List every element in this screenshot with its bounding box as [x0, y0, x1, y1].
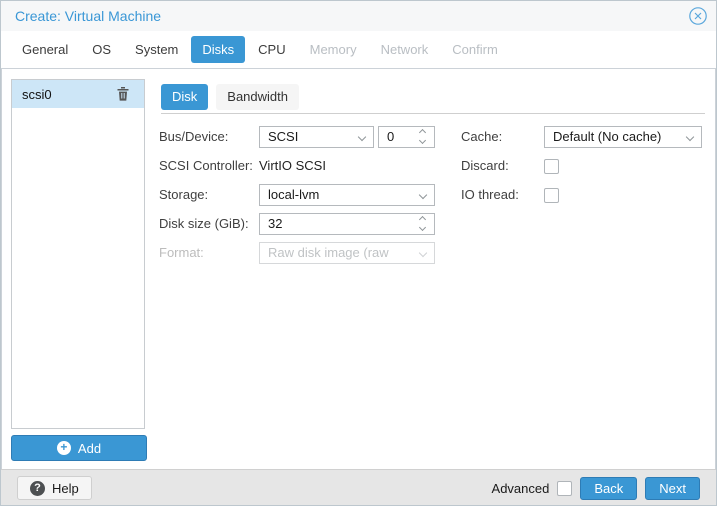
help-button[interactable]: ? Help: [17, 476, 92, 500]
storage-select[interactable]: local-lvm: [259, 184, 435, 206]
tab-memory: Memory: [299, 36, 368, 63]
add-disk-label: Add: [78, 441, 101, 456]
device-number-spinner: [416, 127, 430, 147]
tab-network: Network: [370, 36, 440, 63]
dialog-title: Create: Virtual Machine: [15, 1, 161, 31]
advanced-checkbox[interactable]: [557, 481, 572, 496]
tab-system[interactable]: System: [124, 36, 189, 63]
device-number-input[interactable]: 0: [378, 126, 435, 148]
cache-select[interactable]: Default (No cache): [544, 126, 702, 148]
close-icon: [688, 6, 708, 26]
footer-actions: Advanced Back Next: [492, 476, 700, 500]
disk-size-input[interactable]: 32: [259, 213, 435, 235]
disk-subtabs: Disk Bandwidth: [161, 84, 299, 110]
subtab-disk[interactable]: Disk: [161, 84, 208, 110]
trash-icon: [117, 87, 129, 101]
delete-disk-button[interactable]: [116, 87, 130, 102]
scsi-controller-label: SCSI Controller:: [159, 155, 253, 177]
storage-label: Storage:: [159, 184, 208, 206]
io-thread-checkbox[interactable]: [544, 188, 559, 203]
tab-disks[interactable]: Disks: [191, 36, 245, 63]
disk-size-label: Disk size (GiB):: [159, 213, 249, 235]
subtab-separator: [161, 113, 705, 114]
cache-value: Default (No cache): [553, 129, 661, 144]
dialog-header: Create: Virtual Machine: [1, 1, 716, 31]
cache-label: Cache:: [461, 126, 502, 148]
format-label: Format:: [159, 242, 204, 264]
tab-os[interactable]: OS: [81, 36, 122, 63]
plus-icon: +: [57, 441, 71, 455]
scsi-controller-value: VirtIO SCSI: [259, 155, 326, 177]
discard-label: Discard:: [461, 155, 509, 177]
dialog-footer: ? Help Advanced Back Next: [1, 469, 716, 505]
discard-checkbox[interactable]: [544, 159, 559, 174]
spinner-down-icon[interactable]: [416, 137, 430, 147]
format-value: Raw disk image (raw: [268, 245, 389, 260]
list-item-scsi0[interactable]: scsi0: [12, 80, 144, 108]
bus-device-label: Bus/Device:: [159, 126, 228, 148]
disk-name: scsi0: [22, 87, 52, 102]
bus-device-select[interactable]: SCSI: [259, 126, 374, 148]
spinner-up-icon[interactable]: [416, 127, 430, 137]
advanced-label: Advanced: [492, 481, 550, 496]
chevron-down-icon: [419, 191, 427, 199]
tab-confirm: Confirm: [441, 36, 509, 63]
spinner-up-icon[interactable]: [416, 214, 430, 224]
spinner-down-icon[interactable]: [416, 224, 430, 234]
bus-device-value: SCSI: [268, 129, 298, 144]
chevron-down-icon: [358, 133, 366, 141]
io-thread-label: IO thread:: [461, 184, 519, 206]
next-button[interactable]: Next: [645, 477, 700, 500]
chevron-down-icon: [419, 249, 427, 257]
disk-size-value: 32: [268, 216, 282, 231]
close-button[interactable]: [688, 6, 708, 26]
back-button[interactable]: Back: [580, 477, 637, 500]
disk-list: scsi0: [11, 79, 145, 429]
tab-general[interactable]: General: [11, 36, 79, 63]
disk-size-spinner: [416, 214, 430, 234]
storage-value: local-lvm: [268, 187, 319, 202]
device-number-value: 0: [387, 129, 394, 144]
help-label: Help: [52, 481, 79, 496]
disks-panel: scsi0 + Add Disk Bandwidth: [1, 68, 716, 471]
wizard-tabbar: General OS System Disks CPU Memory Netwo…: [1, 31, 716, 68]
add-disk-button[interactable]: + Add: [11, 435, 147, 461]
help-icon: ?: [30, 481, 45, 496]
subtab-bandwidth[interactable]: Bandwidth: [216, 84, 299, 110]
tab-cpu[interactable]: CPU: [247, 36, 296, 63]
chevron-down-icon: [686, 133, 694, 141]
format-select: Raw disk image (raw: [259, 242, 435, 264]
create-vm-dialog: Create: Virtual Machine General OS Syste…: [0, 0, 717, 506]
